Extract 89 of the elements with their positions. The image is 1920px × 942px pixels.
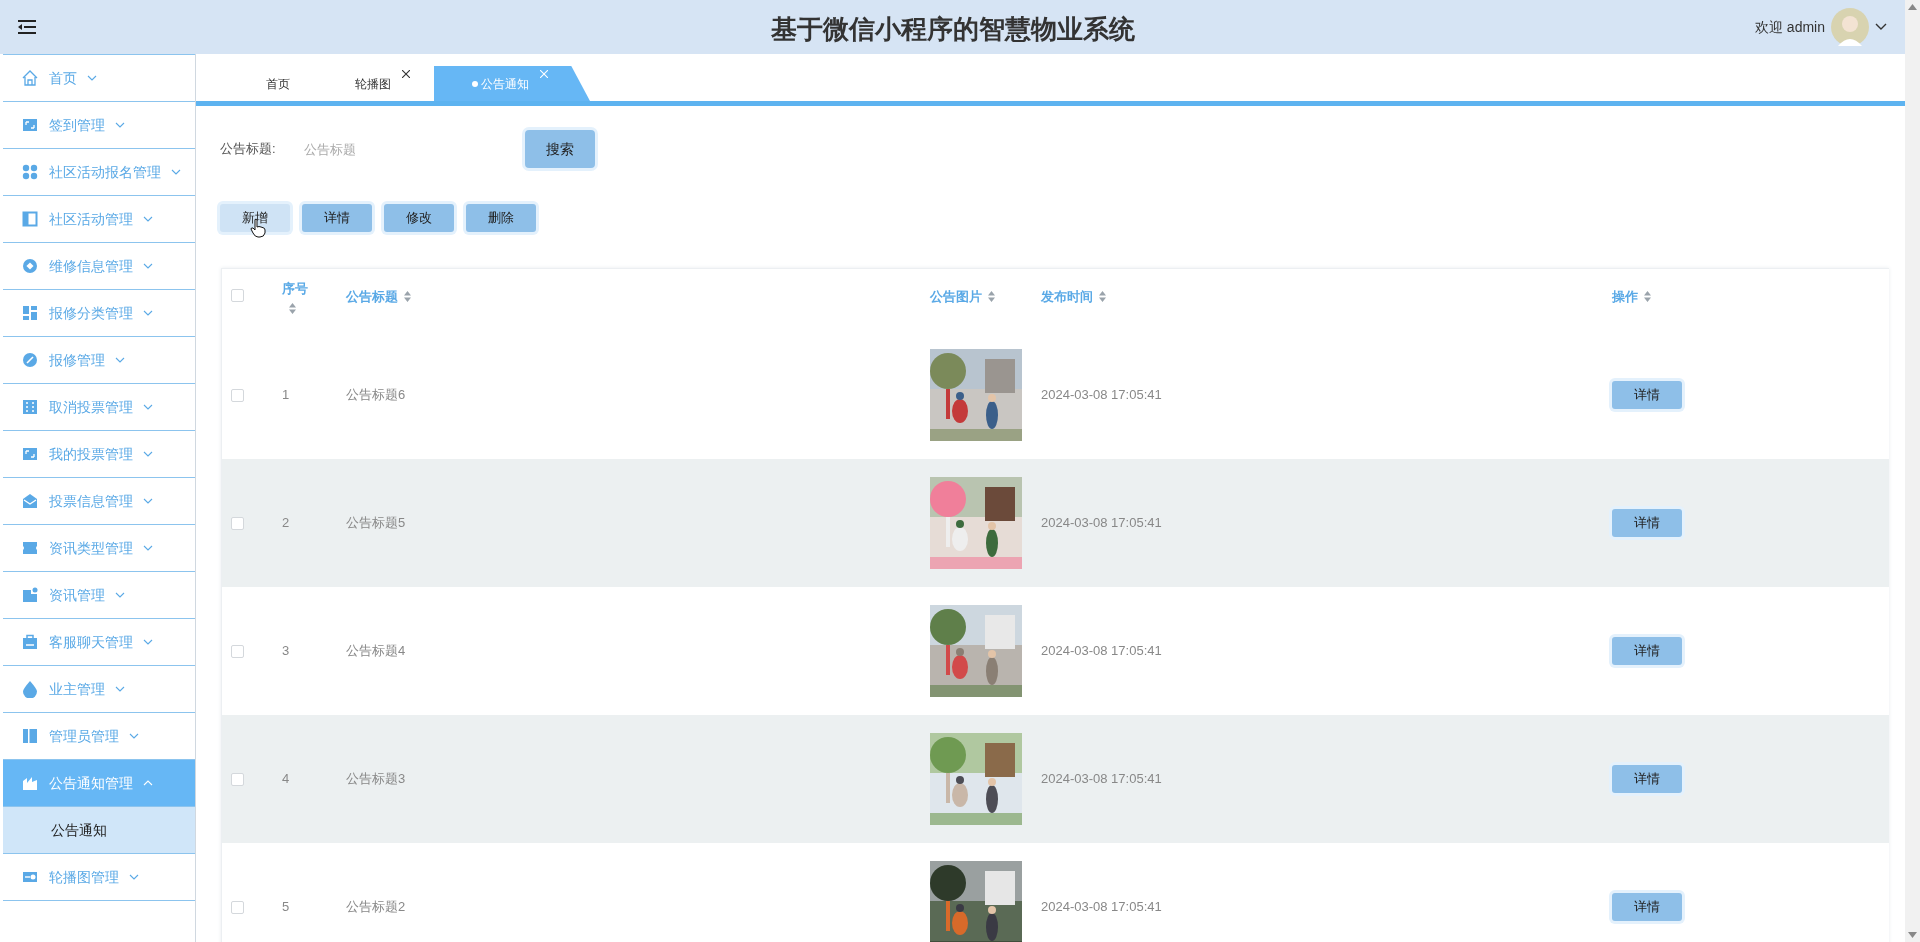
search-field[interactable]: 公告标题 [304, 132, 504, 166]
circle-icon [21, 257, 39, 275]
row-number: 5 [282, 899, 290, 915]
avatar[interactable] [1831, 8, 1869, 46]
drop-icon [21, 680, 39, 698]
notice-title: 公告标题2 [346, 899, 406, 915]
row-number: 3 [282, 643, 290, 659]
sort-icon[interactable] [988, 291, 995, 303]
column-header[interactable]: 公告标题 [346, 287, 398, 307]
detail-button[interactable]: 详情 [1612, 893, 1682, 921]
notice-title: 公告标题5 [346, 515, 406, 531]
chevron-down-icon [143, 216, 153, 222]
dashboard-icon [21, 304, 39, 322]
gauge-icon [21, 351, 39, 369]
close-icon[interactable] [401, 70, 410, 78]
tab[interactable]: 公告通知 [434, 66, 590, 101]
action-button[interactable]: 删除 [466, 204, 536, 232]
notice-title: 公告标题4 [346, 643, 406, 659]
detail-button[interactable]: 详情 [1612, 765, 1682, 793]
welcome-text: 欢迎 admin [1754, 17, 1825, 37]
panel-icon [21, 210, 39, 228]
chevron-down-icon [87, 75, 97, 81]
notice-title: 公告标题3 [346, 771, 406, 787]
publish-time: 2024-03-08 17:05:41 [1041, 771, 1162, 787]
sort-icon[interactable] [1099, 291, 1106, 303]
envelope-icon [21, 492, 39, 510]
tab[interactable]: 轮播图 [330, 66, 434, 101]
publish-time: 2024-03-08 17:05:41 [1041, 643, 1162, 659]
column-header[interactable]: 发布时间 [1041, 287, 1093, 307]
detail-button[interactable]: 详情 [1612, 509, 1682, 537]
columns-icon [21, 727, 39, 745]
chevron-down-icon [143, 498, 153, 504]
ticket-icon [21, 539, 39, 557]
app-title: 基于微信小程序的智慧物业系统 [770, 13, 1135, 46]
row-checkbox[interactable] [231, 900, 244, 914]
chevron-down-icon [171, 169, 181, 175]
sort-icon[interactable] [289, 302, 296, 314]
row-number: 2 [282, 515, 290, 531]
scroll-down-arrow-icon[interactable] [1908, 932, 1917, 938]
chevron-down-icon [143, 310, 153, 316]
row-number: 1 [282, 387, 290, 403]
action-button[interactable]: 详情 [302, 204, 372, 232]
chevron-down-icon [115, 122, 125, 128]
chevron-up-icon [143, 780, 153, 786]
publish-time: 2024-03-08 17:05:41 [1041, 515, 1162, 531]
chevron-down-icon [115, 357, 125, 363]
home-icon [21, 69, 39, 87]
action-button[interactable]: 修改 [384, 204, 454, 232]
column-header[interactable]: 公告图片 [930, 287, 982, 307]
chevron-down-icon [143, 545, 153, 551]
row-number: 4 [282, 771, 290, 787]
document-icon [21, 586, 39, 604]
chevron-down-icon [143, 263, 153, 269]
publish-time: 2024-03-08 17:05:41 [1041, 387, 1162, 403]
four-dots-icon [21, 163, 39, 181]
select-all-checkbox[interactable] [231, 289, 244, 302]
building-icon [21, 398, 39, 416]
picture-frame-icon [21, 445, 39, 463]
search-label: 公告标题: [220, 140, 277, 159]
scroll-up-arrow-icon[interactable] [1908, 4, 1917, 10]
row-checkbox[interactable] [231, 516, 244, 530]
chevron-down-icon [143, 451, 153, 457]
search-button[interactable]: 搜索 [525, 130, 595, 168]
action-button[interactable]: 新增 [220, 204, 290, 232]
sort-icon[interactable] [1644, 291, 1651, 303]
chevron-down-icon[interactable] [1875, 23, 1887, 31]
briefcase-icon [21, 633, 39, 651]
sidebar-subitem[interactable]: 公告通知 [3, 806, 195, 853]
detail-button[interactable]: 详情 [1612, 637, 1682, 665]
scrollbar[interactable] [1905, 0, 1920, 942]
row-checkbox[interactable] [231, 388, 244, 402]
row-checkbox[interactable] [231, 772, 244, 786]
row-checkbox[interactable] [231, 644, 244, 658]
publish-time: 2024-03-08 17:05:41 [1041, 899, 1162, 915]
sidebar-item[interactable]: 公告通知管理 [3, 759, 195, 806]
tab[interactable]: 首页 [226, 66, 330, 101]
column-header[interactable]: 序号 [282, 279, 308, 299]
chevron-down-icon [143, 639, 153, 645]
column-header[interactable]: 操作 [1612, 287, 1638, 307]
sort-icon[interactable] [404, 291, 411, 303]
picture-frame-icon [21, 116, 39, 134]
notice-title: 公告标题6 [346, 387, 406, 403]
menu-icon[interactable] [18, 19, 36, 35]
detail-button[interactable]: 详情 [1612, 381, 1682, 409]
chevron-down-icon [115, 686, 125, 692]
chevron-down-icon [129, 733, 139, 739]
chevron-down-icon [115, 592, 125, 598]
chevron-down-icon [129, 874, 139, 880]
chevron-down-icon [143, 404, 153, 410]
